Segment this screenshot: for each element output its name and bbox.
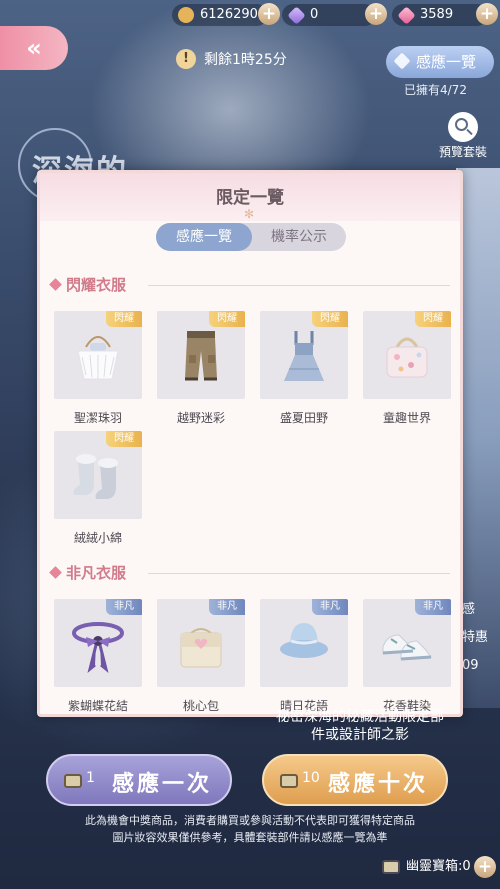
section-extraordinary: 非凡衣服 <box>48 561 452 585</box>
preview-suit-button[interactable]: 預覽套裝 <box>432 112 494 160</box>
gold-coin-icon <box>178 7 194 23</box>
add-pink-diamond-button[interactable]: + <box>476 3 498 25</box>
event-info-text: 祕密深海的秘藏活動限定部件或設計師之影 <box>276 709 444 743</box>
item-card[interactable]: 非凡 桃心包 <box>157 599 245 714</box>
sense-once-button[interactable]: 1 感應一次 <box>46 754 232 806</box>
sense-overview-button[interactable]: 感應一覽 <box>386 46 494 78</box>
extraordinary-badge: 非凡 <box>106 599 142 615</box>
modal-header: 限定一覽 ✻ <box>40 173 460 221</box>
diamond-icon <box>393 52 411 70</box>
tab-probability[interactable]: 機率公示 <box>252 223 346 251</box>
shining-badge: 閃耀 <box>312 311 348 327</box>
ribbon-choker-icon <box>72 622 124 673</box>
extraordinary-badge: 非凡 <box>415 599 451 615</box>
diamond-bullet-icon <box>49 566 62 579</box>
owned-count: 已擁有4/72 <box>404 83 467 97</box>
chest-icon <box>382 860 400 874</box>
purple-diamond-counter: 0 <box>282 4 376 26</box>
add-chest-button[interactable]: + <box>474 856 496 878</box>
double-chevron-left-icon: « <box>26 34 42 62</box>
shining-badge: 閃耀 <box>415 311 451 327</box>
snowflake-icon: ✻ <box>244 207 255 221</box>
limited-overview-modal: 限定一覽 ✻ 感應一覽 機率公示 閃耀衣服 閃耀 聖潔珠羽 閃耀 越野迷彩 閃耀… <box>37 170 463 717</box>
item-card[interactable]: 非凡 紫蝴蝶花結 <box>54 599 142 714</box>
extraordinary-badge: 非凡 <box>209 599 245 615</box>
bucket-hat-icon <box>280 623 328 658</box>
item-card[interactable]: 閃耀 絨絨小綿 <box>54 431 142 551</box>
sneakers-icon <box>382 634 432 661</box>
pink-diamond-counter: 3589 <box>392 4 488 26</box>
add-gold-button[interactable]: + <box>258 3 280 25</box>
heart-bag-icon <box>180 628 222 668</box>
extraordinary-badge: 非凡 <box>312 599 348 615</box>
currency-bar: 6126290 + 0 + 3589 + <box>0 0 500 32</box>
floral-bag-icon <box>386 337 428 378</box>
magnifier-icon <box>448 112 478 142</box>
item-card[interactable]: 閃耀 盛夏田野 <box>260 311 348 431</box>
pink-diamond-icon <box>397 6 416 25</box>
denim-overall-dress-icon <box>284 331 324 381</box>
item-card[interactable]: 閃耀 童趣世界 <box>363 311 451 431</box>
add-purple-diamond-button[interactable]: + <box>365 3 387 25</box>
chest-icon <box>64 774 82 788</box>
shining-badge: 閃耀 <box>209 311 245 327</box>
back-button[interactable]: « <box>0 26 68 70</box>
modal-title: 限定一覽 <box>216 188 284 208</box>
item-card[interactable]: 非凡 花香鞋染 <box>363 599 451 714</box>
fur-handbag-icon <box>77 336 119 380</box>
diamond-bullet-icon <box>49 278 62 291</box>
purple-diamond-icon <box>287 6 306 25</box>
section-shining: 閃耀衣服 <box>48 273 452 297</box>
item-card[interactable]: 閃耀 越野迷彩 <box>157 311 245 431</box>
tab-sense-overview[interactable]: 感應一覽 <box>156 223 252 251</box>
fluffy-socks-icon <box>73 454 118 499</box>
sense-ten-button[interactable]: 10 感應十次 <box>262 754 448 806</box>
chest-icon <box>280 774 298 788</box>
gold-coin-counter: 6126290 <box>172 4 268 26</box>
disclaimer-notes: 此為機會中獎商品，消費者購買或參與活動不代表即可獲得特定商品 圖片妝容效果僅供參… <box>85 814 415 844</box>
background-side-text: 感 特惠 09 <box>462 602 489 673</box>
item-card[interactable]: 非凡 晴日花語 <box>260 599 348 714</box>
alert-icon: ! <box>176 49 196 69</box>
item-card[interactable]: 閃耀 聖潔珠羽 <box>54 311 142 431</box>
shining-badge: 閃耀 <box>106 311 142 327</box>
shining-badge: 閃耀 <box>106 431 142 447</box>
cargo-pants-icon <box>185 331 217 381</box>
modal-tabs: 感應一覽 機率公示 <box>156 223 346 251</box>
